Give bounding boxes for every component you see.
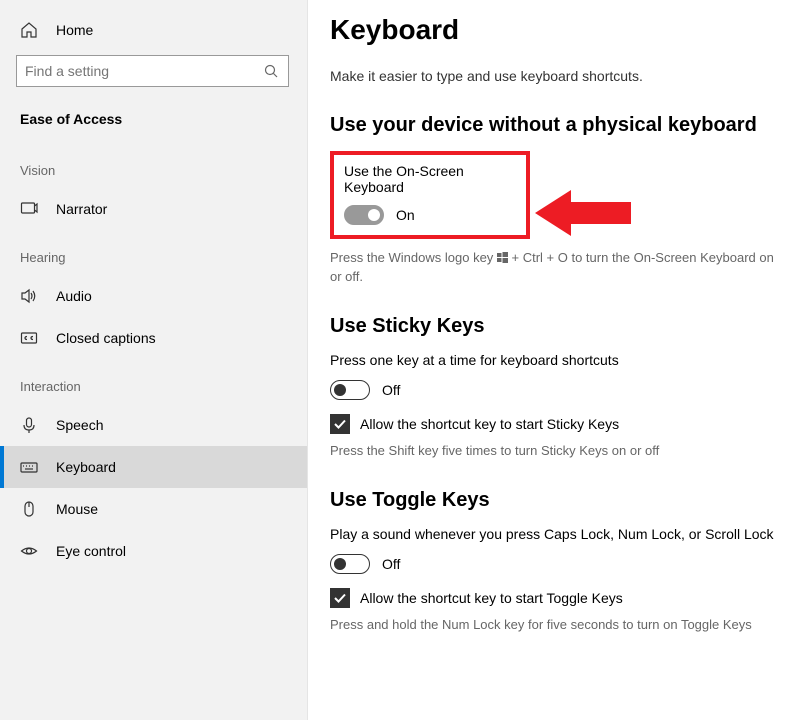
sticky-state: Off bbox=[382, 382, 400, 398]
home-label: Home bbox=[56, 22, 93, 38]
sticky-desc: Press one key at a time for keyboard sho… bbox=[330, 352, 778, 368]
sidebar-item-label: Closed captions bbox=[56, 330, 156, 346]
sidebar-item-narrator[interactable]: Narrator bbox=[16, 188, 307, 230]
home-icon bbox=[20, 21, 38, 39]
closed-captions-icon bbox=[20, 329, 38, 347]
keyboard-icon bbox=[20, 458, 38, 476]
togglekeys-check-label: Allow the shortcut key to start Toggle K… bbox=[360, 590, 623, 606]
section-title: Ease of Access bbox=[16, 105, 307, 133]
category-hearing: Hearing bbox=[16, 230, 307, 275]
highlight-box: Use the On-Screen Keyboard On bbox=[330, 151, 530, 239]
osk-toggle[interactable] bbox=[344, 205, 384, 225]
speech-icon bbox=[20, 416, 38, 434]
heading-sticky: Use Sticky Keys bbox=[330, 315, 778, 338]
search-box[interactable] bbox=[16, 55, 289, 87]
section-toggle-keys: Use Toggle Keys Play a sound whenever yo… bbox=[330, 489, 778, 635]
section-sticky: Use Sticky Keys Press one key at a time … bbox=[330, 315, 778, 461]
sticky-check-label: Allow the shortcut key to start Sticky K… bbox=[360, 416, 619, 432]
sidebar-item-label: Mouse bbox=[56, 501, 98, 517]
togglekeys-hint: Press and hold the Num Lock key for five… bbox=[330, 616, 778, 635]
search-icon bbox=[262, 62, 280, 80]
content: Keyboard Make it easier to type and use … bbox=[308, 0, 800, 720]
heading-osk: Use your device without a physical keybo… bbox=[330, 114, 778, 137]
windows-key-icon bbox=[497, 250, 508, 261]
sidebar-item-label: Audio bbox=[56, 288, 92, 304]
sidebar-item-label: Narrator bbox=[56, 201, 107, 217]
sticky-shortcut-checkbox[interactable] bbox=[330, 414, 350, 434]
sidebar-item-closed-captions[interactable]: Closed captions bbox=[16, 317, 307, 359]
search-input[interactable] bbox=[25, 63, 262, 79]
osk-hint: Press the Windows logo key + Ctrl + O to… bbox=[330, 249, 778, 287]
narrator-icon bbox=[20, 200, 38, 218]
sidebar-item-eye-control[interactable]: Eye control bbox=[16, 530, 307, 572]
sidebar-item-label: Speech bbox=[56, 417, 103, 433]
heading-toggle-keys: Use Toggle Keys bbox=[330, 489, 778, 512]
sidebar-item-speech[interactable]: Speech bbox=[16, 404, 307, 446]
eye-control-icon bbox=[20, 542, 38, 560]
mouse-icon bbox=[20, 500, 38, 518]
sidebar-item-keyboard[interactable]: Keyboard bbox=[0, 446, 307, 488]
sidebar-item-mouse[interactable]: Mouse bbox=[16, 488, 307, 530]
osk-label: Use the On-Screen Keyboard bbox=[344, 163, 516, 195]
togglekeys-shortcut-checkbox[interactable] bbox=[330, 588, 350, 608]
sidebar: Home Ease of Access Vision Narrator Hear… bbox=[0, 0, 308, 720]
sidebar-item-label: Eye control bbox=[56, 543, 126, 559]
sidebar-item-audio[interactable]: Audio bbox=[16, 275, 307, 317]
sticky-hint: Press the Shift key five times to turn S… bbox=[330, 442, 778, 461]
home-link[interactable]: Home bbox=[16, 15, 307, 45]
togglekeys-state: Off bbox=[382, 556, 400, 572]
category-vision: Vision bbox=[16, 143, 307, 188]
audio-icon bbox=[20, 287, 38, 305]
page-title: Keyboard bbox=[330, 14, 778, 46]
page-subtitle: Make it easier to type and use keyboard … bbox=[330, 68, 778, 84]
sticky-toggle[interactable] bbox=[330, 380, 370, 400]
category-interaction: Interaction bbox=[16, 359, 307, 404]
section-osk: Use your device without a physical keybo… bbox=[330, 114, 778, 287]
osk-state: On bbox=[396, 207, 415, 223]
togglekeys-toggle[interactable] bbox=[330, 554, 370, 574]
sidebar-item-label: Keyboard bbox=[56, 459, 116, 475]
toggle-desc: Play a sound whenever you press Caps Loc… bbox=[330, 526, 778, 542]
